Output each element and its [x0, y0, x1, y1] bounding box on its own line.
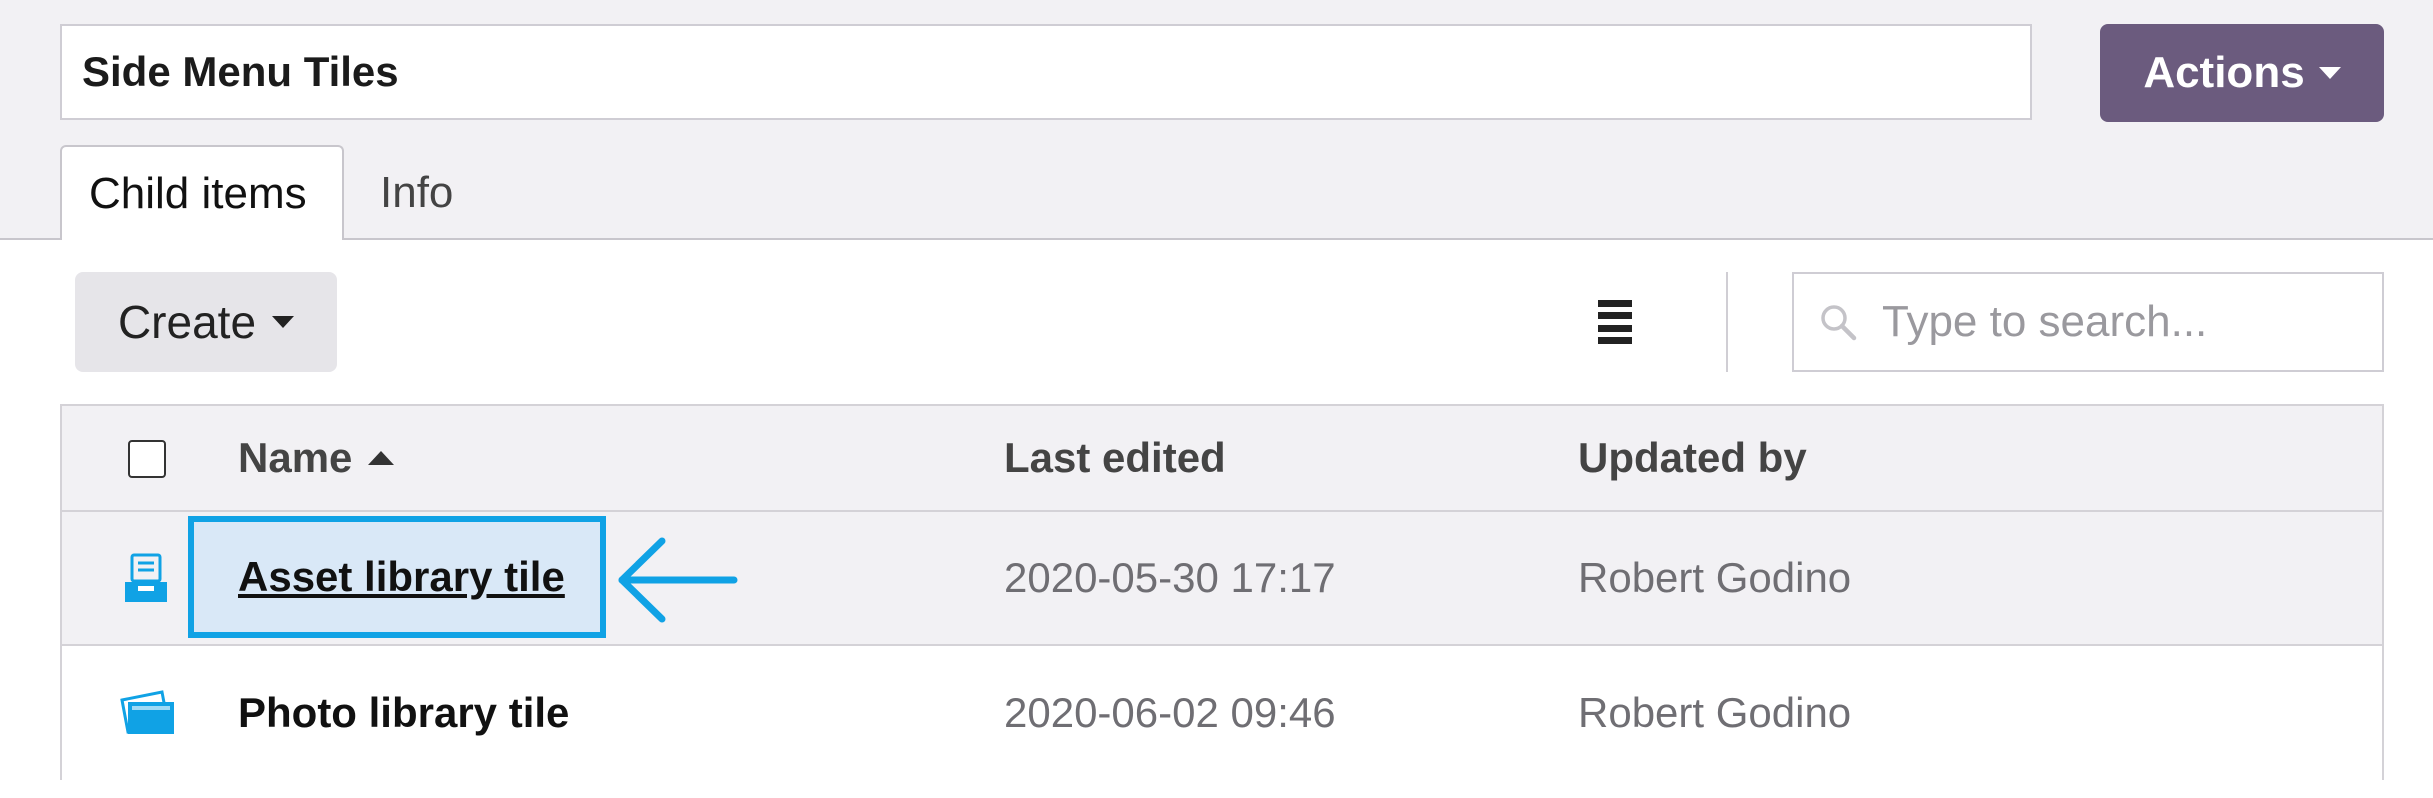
create-label: Create — [117, 296, 257, 348]
row-updated-by: Robert Godino — [1578, 554, 1852, 601]
create-button[interactable]: Create — [75, 272, 337, 372]
caret-down-icon — [272, 316, 295, 328]
sort-ascending-icon — [368, 451, 395, 465]
column-header-name[interactable]: Name — [238, 406, 395, 510]
actions-label: Actions — [2143, 48, 2305, 97]
column-header-updated-by-label: Updated by — [1578, 434, 1807, 481]
list-view-icon[interactable] — [1598, 300, 1632, 344]
row-last-edited: 2020-05-30 17:17 — [1004, 554, 1336, 601]
tab-child-items[interactable]: Child items — [60, 145, 344, 240]
table-row[interactable]: Photo library tile 2020-06-02 09:46 Robe… — [62, 646, 2382, 780]
highlighted-name-cell[interactable]: Asset library tile — [188, 516, 606, 638]
column-header-last-edited[interactable]: Last edited — [1004, 406, 1226, 510]
column-header-updated-by[interactable]: Updated by — [1578, 406, 1807, 510]
toolbar-divider — [1726, 272, 1728, 372]
tab-child-items-label: Child items — [89, 168, 307, 218]
title-input-value: Side Menu Tiles — [82, 48, 399, 95]
pointer-arrow-icon — [618, 537, 738, 623]
asset-library-icon — [125, 553, 167, 602]
child-items-table: Name Last edited Updated by Robert Godin… — [60, 404, 2384, 780]
row-last-edited: 2020-06-02 09:46 — [1004, 689, 1336, 736]
search-input[interactable]: Type to search... — [1792, 272, 2384, 372]
column-header-name-label: Name — [238, 434, 353, 481]
tab-info[interactable]: Info — [380, 145, 453, 240]
tab-info-label: Info — [380, 167, 454, 217]
column-header-last-edited-label: Last edited — [1004, 434, 1226, 481]
title-input[interactable]: Side Menu Tiles — [60, 24, 2032, 120]
search-placeholder: Type to search... — [1882, 297, 2208, 346]
actions-button[interactable]: Actions — [2100, 24, 2384, 122]
photo-library-icon — [120, 690, 174, 734]
row-name[interactable]: Asset library tile — [238, 522, 565, 632]
row-updated-by: Robert Godino — [1578, 689, 1852, 736]
caret-down-icon — [2318, 67, 2341, 79]
search-icon — [1821, 305, 1857, 341]
select-all-checkbox[interactable] — [128, 440, 166, 478]
row-name[interactable]: Photo library tile — [238, 646, 569, 780]
table-header: Name Last edited Updated by — [62, 406, 2382, 512]
